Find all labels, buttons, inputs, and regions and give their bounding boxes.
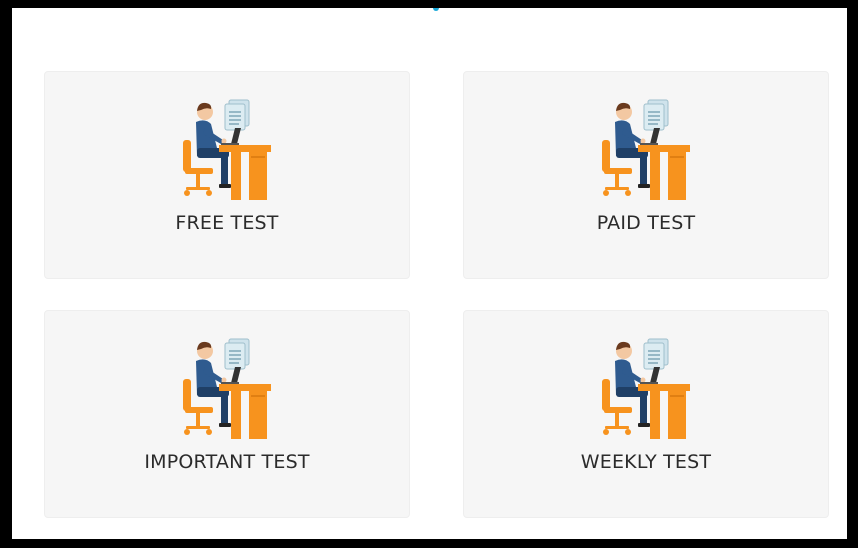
person-at-desk-icon — [183, 338, 271, 439]
person-at-desk-icon — [602, 99, 690, 200]
test-categories-page: FREE TEST PAID TEST IMPORTANT TEST WEEKL… — [12, 8, 847, 539]
card-paid-test[interactable]: PAID TEST — [463, 71, 829, 279]
card-label: IMPORTANT TEST — [144, 451, 310, 473]
card-label: FREE TEST — [175, 212, 279, 234]
card-label: WEEKLY TEST — [580, 451, 712, 473]
card-weekly-test[interactable]: WEEKLY TEST — [463, 310, 829, 518]
screen-frame: FREE TEST PAID TEST IMPORTANT TEST WEEKL… — [0, 0, 858, 548]
person-at-desk-icon — [602, 338, 690, 439]
card-important-test[interactable]: IMPORTANT TEST — [44, 310, 410, 518]
scroll-indicator — [433, 8, 439, 11]
card-label: PAID TEST — [596, 212, 696, 234]
card-free-test[interactable]: FREE TEST — [44, 71, 410, 279]
person-at-desk-icon — [183, 99, 271, 200]
